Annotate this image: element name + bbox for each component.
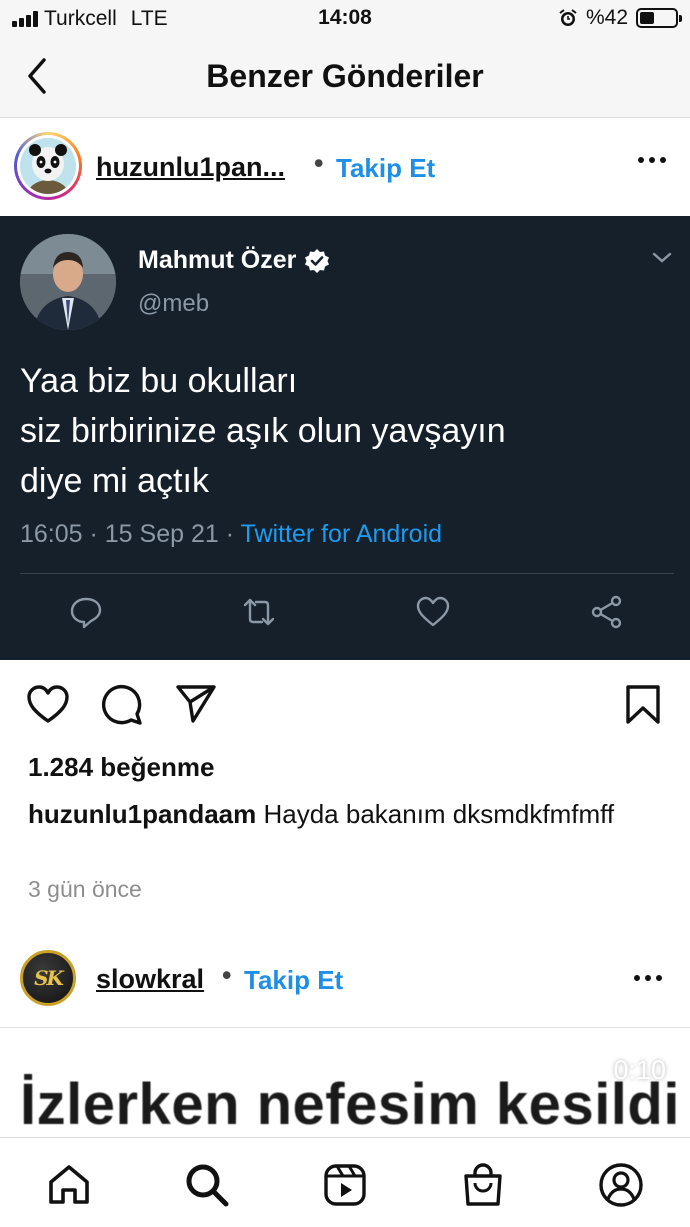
tweet-meta: 16:05 · 15 Sep 21 · Twitter for Android — [20, 520, 442, 549]
tweet-divider — [20, 573, 674, 574]
tweet-actions — [0, 594, 690, 634]
more-options-icon[interactable] — [638, 157, 666, 163]
tweet-author: Mahmut Özer — [138, 246, 330, 275]
tweet-avatar — [20, 234, 116, 330]
follow-button[interactable]: Takip Et — [336, 153, 435, 184]
separator-dot: • — [314, 148, 324, 178]
comment-icon[interactable] — [101, 684, 143, 726]
nav-header: Benzer Gönderiler — [0, 38, 690, 118]
post-actions — [0, 660, 690, 750]
verified-badge-icon — [305, 248, 330, 273]
search-icon[interactable] — [184, 1162, 230, 1208]
more-options-icon[interactable] — [634, 975, 662, 981]
post2-header: SK slowkral • Takip Et — [0, 940, 690, 1028]
send-icon[interactable] — [175, 684, 217, 724]
status-bar: Turkcell LTE 14:08 %42 — [0, 0, 690, 38]
profile-icon[interactable] — [598, 1162, 644, 1208]
bookmark-icon[interactable] — [625, 684, 661, 726]
post-caption: huzunlu1pandaam Hayda bakanım dksmdkfmfm… — [28, 797, 648, 832]
separator-dot: • — [222, 960, 232, 990]
sk-avatar[interactable]: SK — [20, 950, 76, 1006]
post2-username[interactable]: slowkral — [96, 964, 204, 995]
caption-username[interactable]: huzunlu1pandaam — [28, 799, 256, 829]
retweet-icon — [243, 598, 275, 626]
video-duration: 0:10 — [613, 1055, 666, 1085]
page-title: Benzer Gönderiler — [206, 58, 484, 94]
tweet-author-name: Mahmut Özer — [138, 246, 297, 274]
share-icon — [591, 595, 622, 629]
battery-icon — [636, 8, 682, 28]
avatar[interactable] — [14, 132, 82, 200]
chevron-down-icon — [652, 252, 672, 263]
shop-icon[interactable] — [460, 1162, 506, 1208]
sk-avatar-logo: SK — [34, 966, 64, 990]
home-icon[interactable] — [46, 1162, 92, 1208]
tweet-text: Yaa biz bu okulları siz birbirinize aşık… — [20, 362, 506, 500]
tweet-source: Twitter for Android — [240, 520, 443, 548]
status-right: %42 — [558, 6, 682, 30]
reels-icon[interactable] — [322, 1162, 368, 1208]
post-username[interactable]: huzunlu1pan... — [96, 152, 285, 183]
tweet-timestamp: 16:05 · 15 Sep 21 · — [20, 520, 241, 548]
caption-text: Hayda bakanım dksmdkfmfmff — [263, 799, 615, 829]
video-caption-text: İzlerken nefesim kesildi — [20, 1072, 680, 1137]
likes-count[interactable]: 1.284 beğenme — [28, 752, 214, 783]
battery-percent: %42 — [585, 6, 628, 29]
post-header: huzunlu1pan... • Takip Et — [0, 119, 690, 216]
video-preview[interactable]: İzlerken nefesim kesildi 0:10 — [0, 1029, 690, 1137]
reply-icon — [70, 597, 102, 629]
person-avatar-icon — [20, 234, 116, 330]
post-timestamp: 3 gün önce — [28, 876, 142, 902]
tab-bar — [0, 1137, 690, 1227]
like-icon — [416, 596, 450, 627]
alarm-icon — [559, 9, 577, 26]
tweet-handle: @meb — [138, 290, 210, 317]
panda-avatar-icon — [20, 138, 76, 194]
tweet-card[interactable]: Mahmut Özer @meb Yaa biz bu okulları siz… — [0, 216, 690, 660]
heart-icon[interactable] — [26, 684, 70, 724]
follow-button[interactable]: Takip Et — [244, 965, 343, 996]
